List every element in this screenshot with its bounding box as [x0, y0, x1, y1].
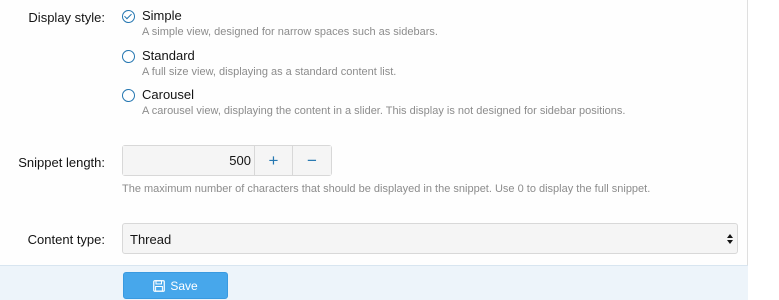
radio-label-simple[interactable]: Simple [142, 8, 182, 23]
snippet-length-stepper: 500 + − [122, 145, 332, 176]
radio-hint-standard: A full size view, displaying as a standa… [142, 66, 397, 78]
save-button-label[interactable]: Save [170, 279, 197, 293]
radio-checked-icon[interactable] [122, 10, 135, 23]
form-submit-row [0, 265, 748, 300]
save-icon [153, 279, 166, 292]
display-style-label: Display style: [28, 10, 105, 25]
options-panel [0, 0, 748, 300]
save-button[interactable]: Save [123, 272, 228, 299]
radio-unchecked-icon[interactable] [122, 89, 135, 102]
radio-hint-carousel: A carousel view, displaying the content … [142, 105, 626, 117]
content-type-select[interactable]: Thread [122, 223, 738, 254]
snippet-length-input[interactable]: 500 [123, 146, 255, 175]
increment-button[interactable]: + [255, 146, 293, 175]
content-type-selected: Thread [130, 232, 172, 247]
radio-unchecked-icon[interactable] [122, 50, 135, 63]
snippet-length-label: Snippet length: [18, 155, 105, 170]
radio-label-carousel[interactable]: Carousel [142, 87, 194, 102]
snippet-length-hint: The maximum number of characters that sh… [122, 183, 651, 195]
radio-label-standard[interactable]: Standard [142, 48, 195, 63]
radio-hint-simple: A simple view, designed for narrow space… [142, 26, 438, 38]
page-background [748, 0, 779, 300]
chevron-updown-icon [727, 234, 733, 244]
content-type-label: Content type: [27, 232, 105, 247]
decrement-button[interactable]: − [293, 146, 331, 175]
